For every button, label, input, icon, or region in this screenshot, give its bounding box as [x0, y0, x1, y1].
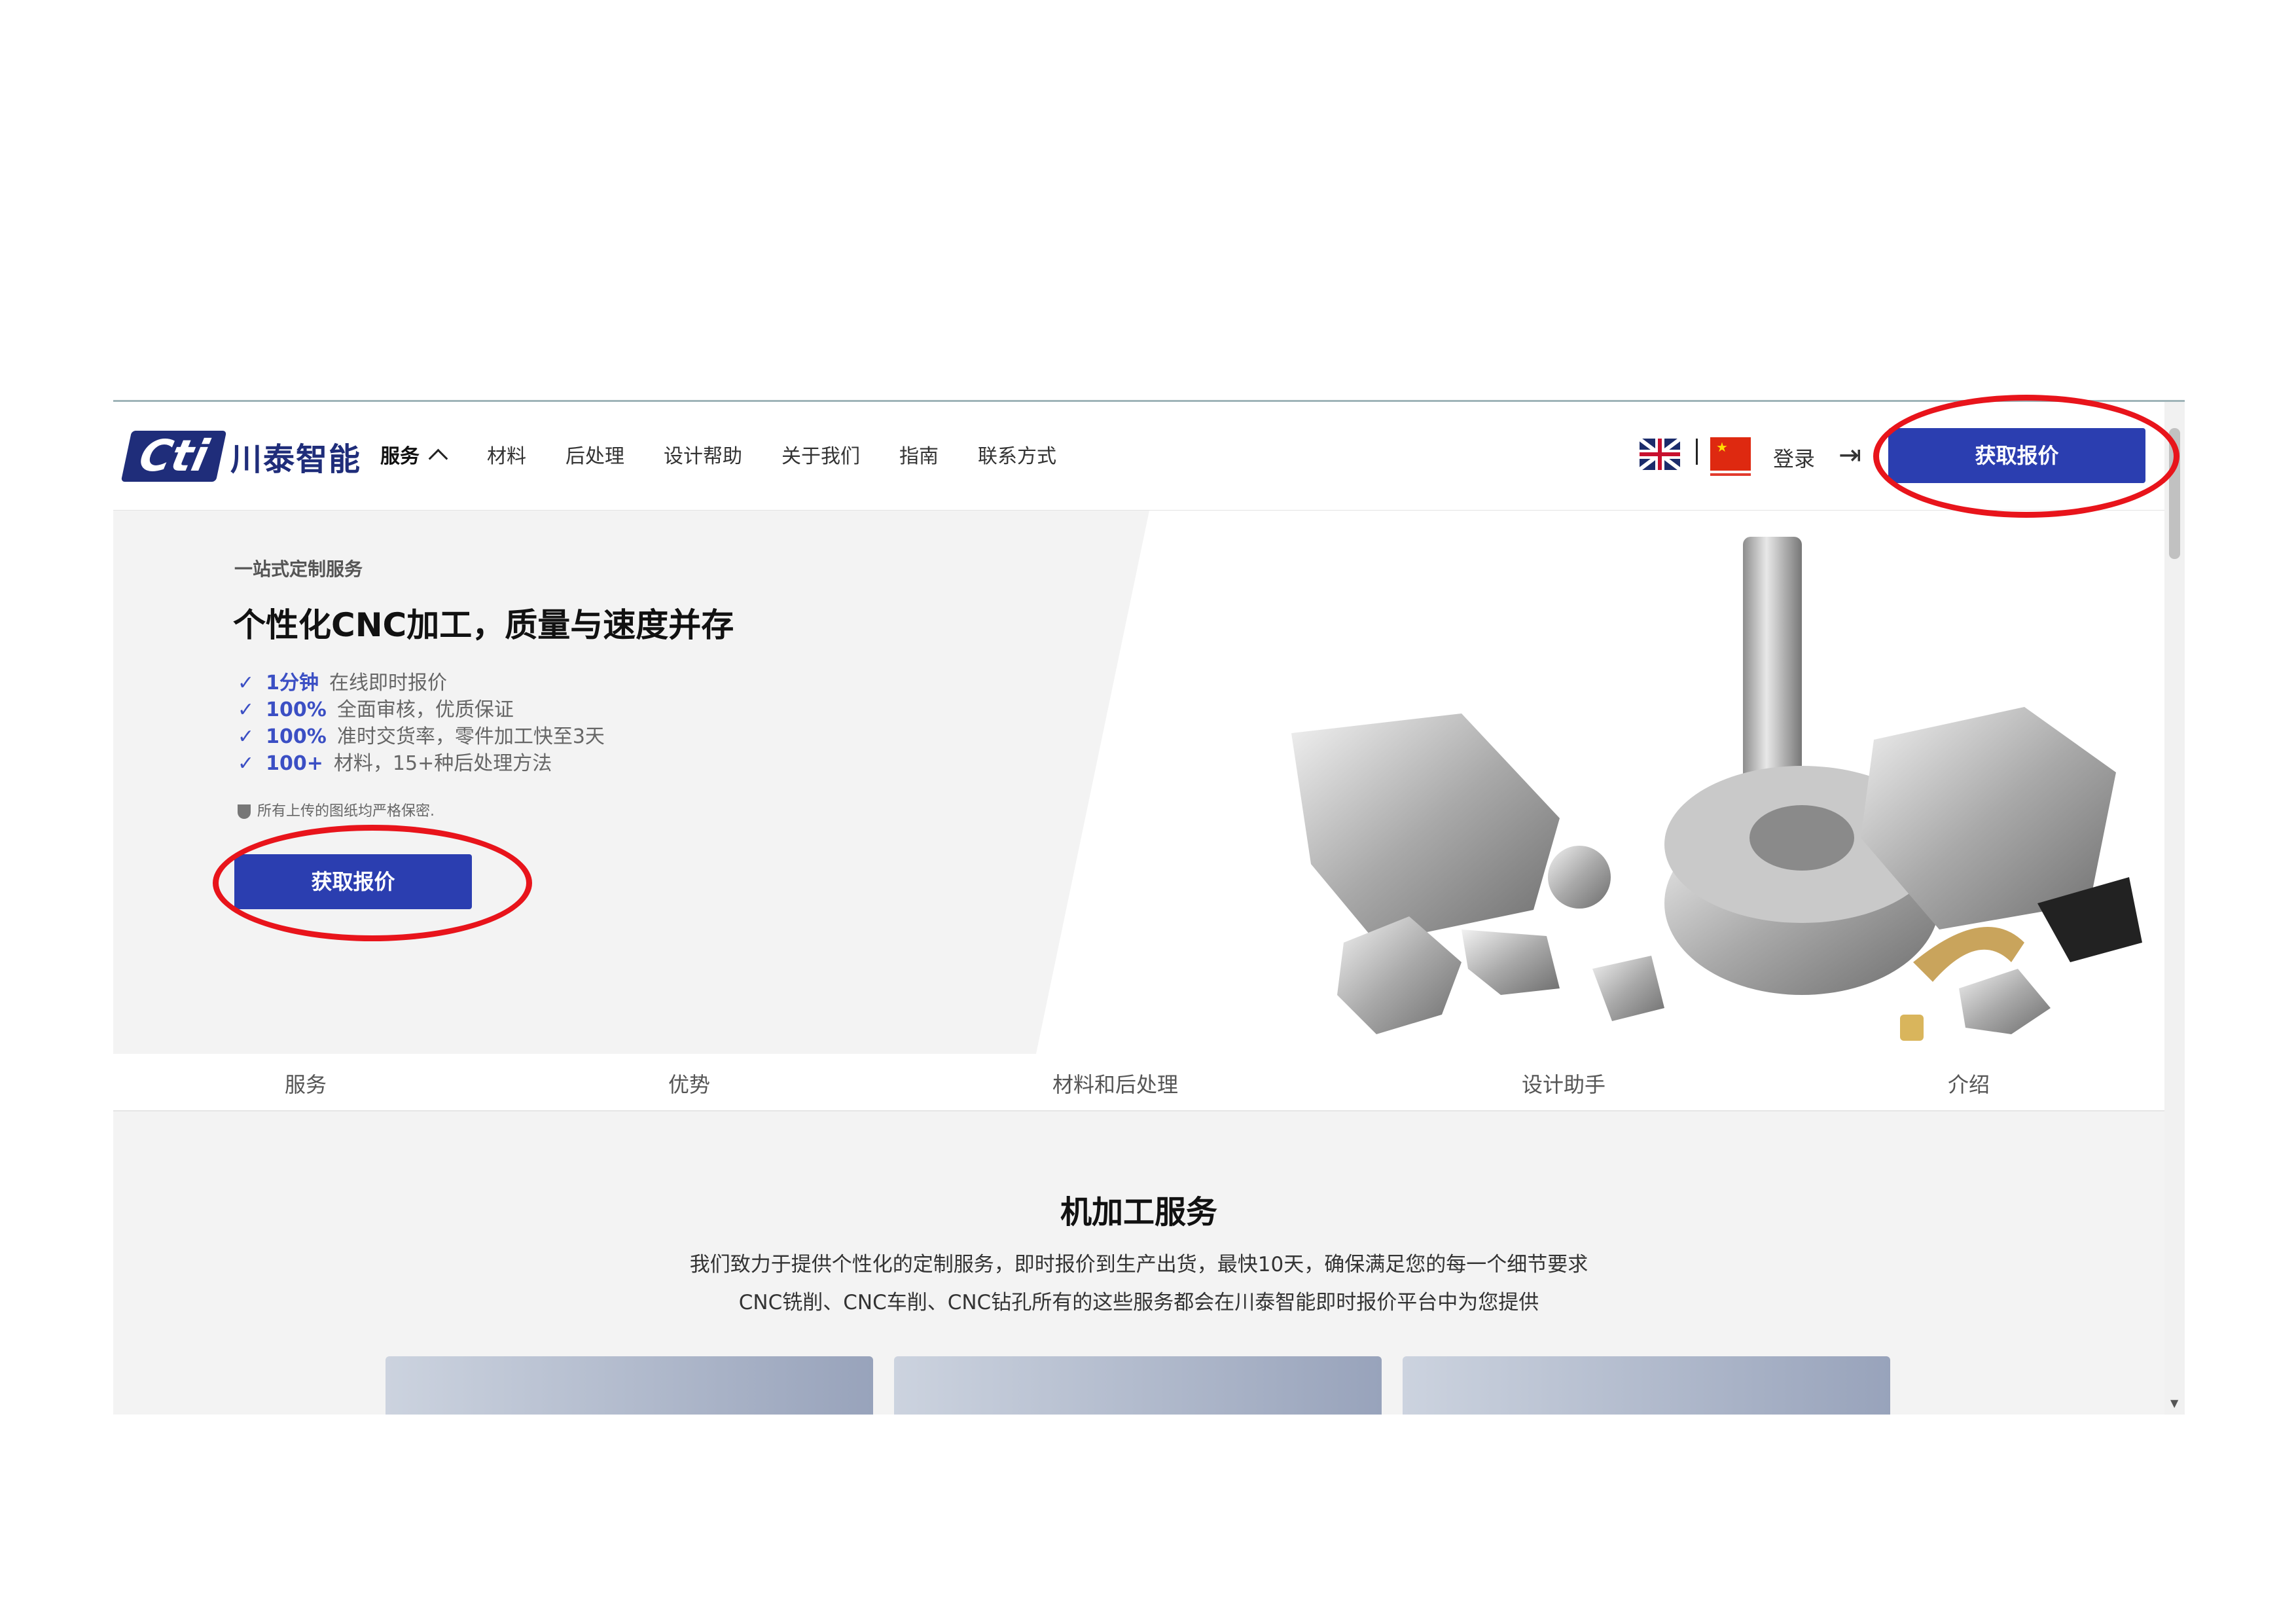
- section-description-1: 我们致力于提供个性化的定制服务，即时报价到生产出货，最快10天，确保满足您的每一…: [689, 1253, 1588, 1276]
- tab-design-assistant[interactable]: 设计助手: [1522, 1068, 1605, 1098]
- main-nav: 服务 材料 后处理 设计帮助 关于我们 指南 联系方式: [380, 440, 1096, 469]
- language-divider: [1696, 439, 1698, 465]
- logo-mark: Cti: [120, 431, 227, 482]
- tab-introduction[interactable]: 介绍: [1948, 1068, 1990, 1098]
- feature-item: ✓ 100% 准时交货率，零件加工快至3天: [238, 725, 605, 748]
- shield-icon: [238, 804, 251, 819]
- feature-item: ✓ 1分钟 在线即时报价: [238, 672, 448, 695]
- section-description-2: CNC铣削、CNC车削、CNC钻孔所有的这些服务都会在川泰智能即时报价平台中为您…: [738, 1291, 1539, 1314]
- annotation-circle-hero-quote: [213, 825, 532, 941]
- tab-services[interactable]: 服务: [285, 1068, 327, 1098]
- nav-design-help[interactable]: 设计帮助: [664, 440, 742, 469]
- logo[interactable]: Cti 川泰智能: [120, 431, 362, 482]
- service-card[interactable]: [1403, 1356, 1890, 1415]
- check-icon: ✓: [238, 725, 255, 748]
- login-icon[interactable]: ⇥: [1839, 439, 1861, 471]
- annotation-circle-header-quote: [1873, 395, 2179, 518]
- cnc-parts-image: [1291, 537, 2142, 1041]
- feature-item: ✓ 100+ 材料，15+种后处理方法: [238, 752, 552, 775]
- tab-materials-finishing[interactable]: 材料和后处理: [1052, 1068, 1178, 1098]
- site-header: Cti 川泰智能 服务 材料 后处理 设计帮助 关于我们 指南 联系方式 ★ 登…: [113, 402, 2164, 511]
- service-card[interactable]: [386, 1356, 873, 1415]
- check-icon: ✓: [238, 672, 255, 695]
- china-flag-icon[interactable]: ★: [1710, 437, 1751, 476]
- feature-list: ✓ 1分钟 在线即时报价 ✓ 100% 全面审核，优质保证 ✓ 100% 准时交货率，零件加…: [238, 670, 605, 777]
- nav-materials[interactable]: 材料: [487, 440, 526, 469]
- nav-about-us[interactable]: 关于我们: [781, 440, 860, 469]
- chevron-up-icon[interactable]: [428, 448, 448, 468]
- tab-advantages[interactable]: 优势: [668, 1068, 710, 1098]
- scrollbar[interactable]: ▼: [2164, 402, 2185, 1415]
- section-title: 机加工服务: [1060, 1194, 1217, 1231]
- nav-services[interactable]: 服务: [380, 440, 420, 469]
- section-tabs: 服务 优势 材料和后处理 设计助手 介绍: [113, 1054, 2164, 1111]
- nav-contact[interactable]: 联系方式: [978, 440, 1056, 469]
- service-card[interactable]: [894, 1356, 1382, 1415]
- logo-text: 川泰智能: [230, 441, 362, 478]
- nav-post-processing[interactable]: 后处理: [565, 440, 624, 469]
- hero-label: 一站式定制服务: [234, 558, 363, 580]
- nav-guide[interactable]: 指南: [899, 440, 939, 469]
- hero-banner: 一站式定制服务 个性化CNC加工，质量与速度并存 ✓ 1分钟 在线即时报价 ✓ 100…: [113, 511, 2164, 1054]
- check-icon: ✓: [238, 752, 255, 775]
- hero-title: 个性化CNC加工，质量与速度并存: [233, 606, 734, 644]
- feature-item: ✓ 100% 全面审核，优质保证: [238, 698, 514, 721]
- check-icon: ✓: [238, 698, 255, 721]
- login-link[interactable]: 登录: [1773, 442, 1815, 473]
- security-note: 所有上传的图纸均严格保密.: [238, 799, 435, 820]
- scroll-down-arrow-icon[interactable]: ▼: [2170, 1397, 2178, 1409]
- uk-flag-icon[interactable]: [1640, 439, 1680, 470]
